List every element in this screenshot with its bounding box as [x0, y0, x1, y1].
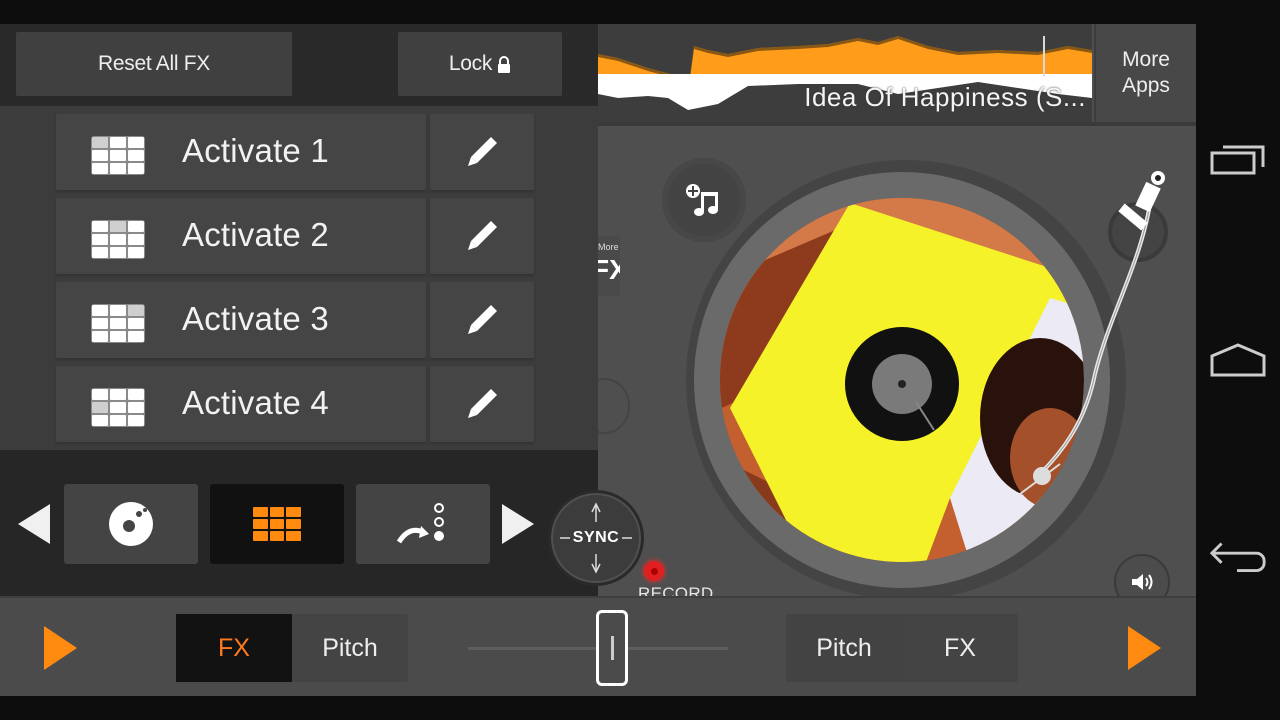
recents-button[interactable] [1208, 138, 1268, 182]
lock-button[interactable]: Lock [398, 32, 562, 96]
fx-mode-bar [0, 450, 598, 596]
track-waveform[interactable]: Idea Of Happiness (S... [598, 24, 1092, 122]
crossfader-handle[interactable] [596, 610, 628, 686]
fx-grid-icon [91, 220, 145, 259]
fx-panel: Reset All FX Lock Activate 1 Activate 2 … [0, 24, 598, 596]
play-right-deck-button[interactable] [1128, 626, 1161, 670]
more-fx-tab[interactable]: More FX [598, 236, 620, 296]
bottom-control-bar: FX Pitch Pitch FX [0, 596, 1196, 696]
vinyl-disc-icon [109, 502, 153, 546]
fx-grid-icon [91, 388, 145, 427]
back-button[interactable] [1208, 536, 1268, 580]
triangle-left-icon[interactable] [18, 504, 50, 544]
sync-button[interactable]: SYNC [548, 490, 644, 586]
fx-panel-header: Reset All FX Lock [0, 24, 598, 104]
fx-edit-button[interactable] [430, 366, 534, 442]
pencil-icon [468, 137, 497, 166]
pencil-icon [468, 389, 497, 418]
fx-slot: Activate 4 [56, 366, 534, 444]
more-apps-button[interactable]: More Apps [1094, 24, 1196, 122]
fx-activate-button[interactable]: Activate 2 [56, 198, 426, 274]
deck-divider [598, 122, 1196, 126]
home-icon [1210, 343, 1266, 377]
lock-icon [498, 55, 511, 73]
left-pitch-tab[interactable]: Pitch [292, 614, 408, 682]
fx-slot-list: Activate 1 Activate 2 Activate 3 Activat… [0, 106, 598, 450]
record-button[interactable] [644, 561, 664, 581]
fx-edit-button[interactable] [430, 198, 534, 274]
fx-activate-button[interactable]: Activate 4 [56, 366, 426, 442]
android-nav-bar [1196, 0, 1280, 720]
sequencer-icon [396, 503, 444, 544]
pad-grid-icon [253, 507, 301, 541]
right-fx-tab[interactable]: FX [902, 614, 1018, 682]
pencil-icon [468, 305, 497, 334]
right-pitch-tab[interactable]: Pitch [786, 614, 902, 682]
mode-pads-button[interactable] [210, 484, 344, 564]
add-music-icon [686, 184, 718, 216]
fx-slot: Activate 2 [56, 198, 534, 276]
reset-all-fx-button[interactable]: Reset All FX [16, 32, 292, 96]
fx-grid-icon [91, 304, 145, 343]
dj-app: Idea Of Happiness (S... More Apps More F… [0, 24, 1196, 696]
fx-edit-button[interactable] [430, 282, 534, 358]
right-deck-mode-toggle: Pitch FX [786, 614, 1018, 682]
fx-grid-icon [91, 136, 145, 175]
turntable-platter[interactable] [720, 198, 1084, 562]
fx-slot: Activate 3 [56, 282, 534, 360]
album-art [720, 198, 1084, 562]
fx-edit-button[interactable] [430, 114, 534, 190]
fx-slot: Activate 1 [56, 114, 534, 192]
left-fx-tab[interactable]: FX [176, 614, 292, 682]
recents-icon [1210, 145, 1265, 175]
track-title: Idea Of Happiness (S... [804, 82, 1086, 112]
fx-activate-button[interactable]: Activate 3 [56, 282, 426, 358]
pencil-icon [468, 221, 497, 250]
sync-compass-icon [560, 502, 632, 574]
home-button[interactable] [1208, 338, 1268, 382]
speaker-icon [1132, 574, 1153, 590]
play-left-deck-button[interactable] [44, 626, 77, 670]
add-music-button[interactable] [668, 164, 740, 236]
triangle-right-icon[interactable] [502, 504, 534, 544]
more-apps-label: More Apps [1122, 48, 1170, 97]
fx-activate-button[interactable]: Activate 1 [56, 114, 426, 190]
back-icon [1209, 542, 1266, 573]
mode-vinyl-button[interactable] [64, 484, 198, 564]
left-deck-mode-toggle: FX Pitch [176, 614, 408, 682]
mode-sequencer-button[interactable] [356, 484, 490, 564]
